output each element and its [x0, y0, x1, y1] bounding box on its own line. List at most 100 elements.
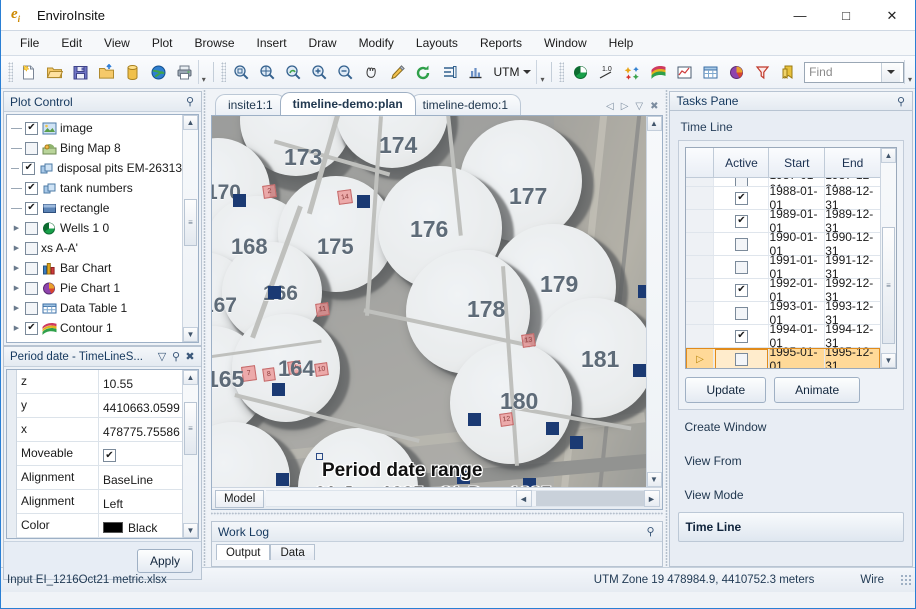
timeline-vertical-scrollbar[interactable]: ▲ ≡ ▼: [880, 148, 896, 368]
property-value[interactable]: Left: [99, 490, 182, 513]
column-header-indicator[interactable]: [686, 148, 714, 177]
tab-next-icon[interactable]: ▷: [621, 101, 629, 112]
disposal-pit-2[interactable]: 2: [262, 184, 277, 199]
expand-icon[interactable]: ▶: [11, 263, 22, 274]
disposal-pit-14[interactable]: 14: [337, 189, 353, 205]
contour-icon[interactable]: [645, 59, 671, 85]
layer-checkbox[interactable]: ✔: [22, 162, 35, 175]
toolbar-overflow-2[interactable]: ▾: [536, 60, 547, 84]
layer-checkbox[interactable]: [25, 242, 38, 255]
coordinate-system-dropdown[interactable]: UTM: [488, 63, 536, 81]
scroll-track[interactable]: ≡: [183, 130, 198, 327]
menu-insert[interactable]: Insert: [246, 33, 298, 53]
tree-item-disposal-pits[interactable]: ✔ disposal pits EM-26313: [9, 158, 182, 178]
zoom-extents-icon[interactable]: [255, 59, 281, 85]
end-cell[interactable]: 1991-12-31: [825, 256, 880, 278]
classed-post-icon[interactable]: [619, 59, 645, 85]
start-cell[interactable]: 1990-01-01: [769, 233, 825, 255]
pin-icon[interactable]: ⚲: [644, 525, 658, 539]
start-cell[interactable]: 1991-01-01: [769, 256, 825, 278]
start-cell[interactable]: 1992-01-01: [769, 279, 825, 301]
start-cell[interactable]: 1989-01-01: [769, 210, 825, 232]
close-icon[interactable]: ✖: [183, 350, 197, 364]
property-row-moveable[interactable]: Moveable ✔: [17, 442, 182, 466]
menu-window[interactable]: Window: [533, 33, 598, 53]
pencil-icon[interactable]: [385, 59, 411, 85]
new-document-icon[interactable]: [16, 59, 42, 85]
scroll-up-icon[interactable]: ▲: [183, 370, 198, 385]
menu-file[interactable]: File: [9, 33, 50, 53]
property-value[interactable]: 10.55: [99, 370, 182, 393]
scroll-track[interactable]: [266, 490, 515, 507]
timeline-grid[interactable]: Active Start End 1987-01-01 1987-12-31: [685, 147, 897, 369]
start-cell[interactable]: 1994-01-01: [769, 325, 825, 347]
tree-item-contour-1[interactable]: ▶ ✔ Contour 1: [9, 318, 182, 338]
disposal-pit-10[interactable]: 10: [314, 362, 329, 377]
end-cell[interactable]: 1995-12-31: [825, 348, 880, 368]
expand-icon[interactable]: ▶: [11, 283, 22, 294]
active-cell[interactable]: [714, 233, 769, 255]
map-marker[interactable]: [638, 285, 646, 298]
end-cell[interactable]: 1989-12-31: [825, 210, 880, 232]
tab-insite1-1[interactable]: insite1:1: [215, 94, 286, 115]
map-marker[interactable]: [233, 194, 246, 207]
scroll-right-icon[interactable]: ►: [644, 490, 660, 507]
resize-grip-icon[interactable]: [900, 574, 912, 586]
property-value[interactable]: Black: [99, 514, 182, 537]
scroll-up-icon[interactable]: ▲: [647, 116, 662, 131]
scroll-thumb[interactable]: ≡: [184, 199, 197, 246]
database-icon[interactable]: [120, 59, 146, 85]
map-marker[interactable]: [272, 383, 285, 396]
layer-checkbox[interactable]: [25, 302, 38, 315]
tree-item-image[interactable]: ✔ image: [9, 118, 182, 138]
task-create-window[interactable]: Create Window: [678, 410, 904, 444]
expand-icon[interactable]: ▶: [11, 223, 22, 234]
disposal-pit-8[interactable]: 8: [262, 367, 276, 382]
menu-reports[interactable]: Reports: [469, 33, 533, 53]
task-view-mode[interactable]: View Mode: [678, 478, 904, 512]
plot-control-tree[interactable]: ✔ image Bing Map 8 ✔: [7, 115, 182, 342]
map-vertical-scrollbar[interactable]: ▲ ▼: [646, 116, 662, 487]
map-marker[interactable]: [268, 286, 281, 299]
start-cell[interactable]: 1993-01-01: [769, 302, 825, 324]
tree-item-data-table-1[interactable]: ▶ Data Table 1: [9, 298, 182, 318]
layer-checkbox[interactable]: [25, 282, 38, 295]
start-cell[interactable]: 1995-01-01: [769, 348, 825, 368]
menu-edit[interactable]: Edit: [50, 33, 93, 53]
chart-axis-icon[interactable]: [462, 59, 488, 85]
scroll-track-right[interactable]: [532, 490, 644, 507]
map-view[interactable]: 2 14 11 7 8 9 10 13 12 173 174 177 170: [212, 116, 646, 487]
tree-item-bar-chart[interactable]: ▶ Bar Chart: [9, 258, 182, 278]
tab-timeline-demo-plan[interactable]: timeline-demo:plan: [280, 92, 416, 115]
scroll-down-icon[interactable]: ▼: [183, 523, 198, 538]
tree-vertical-scrollbar[interactable]: ▲ ≡ ▼: [182, 115, 198, 342]
end-cell[interactable]: 1993-12-31: [825, 302, 880, 324]
map-marker[interactable]: [468, 413, 481, 426]
chevron-down-icon[interactable]: ▽: [155, 350, 169, 364]
scroll-down-icon[interactable]: ▼: [647, 472, 662, 487]
pin-icon[interactable]: ⚲: [183, 95, 197, 109]
tree-item-xs-a-a[interactable]: ▶ xs A-A': [9, 238, 182, 258]
layer-checkbox[interactable]: ✔: [25, 122, 38, 135]
menu-view[interactable]: View: [93, 33, 141, 53]
end-cell[interactable]: 1994-12-31: [825, 325, 880, 347]
maximize-button[interactable]: □: [823, 0, 869, 31]
active-cell[interactable]: ✔: [714, 279, 769, 301]
scroll-thumb[interactable]: ≡: [882, 227, 895, 344]
pie-chart-icon[interactable]: [723, 59, 749, 85]
pie-marker-icon[interactable]: [567, 59, 593, 85]
layer-checkbox[interactable]: ✔: [25, 322, 38, 335]
model-tab[interactable]: Model: [215, 490, 264, 508]
tree-item-tank-numbers[interactable]: ✔ tank numbers: [9, 178, 182, 198]
update-button[interactable]: Update: [685, 377, 766, 403]
globe-icon[interactable]: [146, 59, 172, 85]
layer-checkbox[interactable]: [25, 142, 38, 155]
scroll-down-icon[interactable]: ▼: [183, 327, 198, 342]
layer-checkbox[interactable]: ✔: [25, 182, 38, 195]
map-marker[interactable]: [633, 364, 646, 377]
map-marker[interactable]: [357, 195, 370, 208]
animate-button[interactable]: Animate: [774, 377, 860, 403]
property-value[interactable]: 478775.75586: [99, 418, 182, 441]
layer-checkbox[interactable]: ✔: [25, 202, 38, 215]
active-cell[interactable]: [714, 348, 769, 368]
